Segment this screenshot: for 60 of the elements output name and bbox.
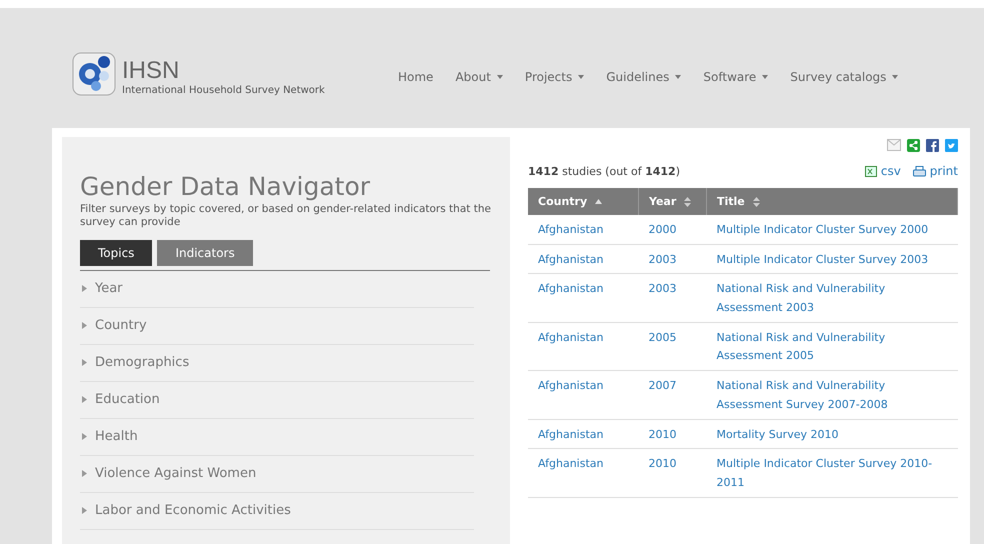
share-icon[interactable] bbox=[907, 139, 920, 152]
facebook-icon[interactable] bbox=[926, 139, 939, 152]
caret-right-icon bbox=[82, 322, 87, 330]
topic-item[interactable]: Health bbox=[80, 418, 474, 456]
caret-right-icon bbox=[82, 396, 87, 404]
topic-item[interactable]: Labor and Economic Activities bbox=[80, 492, 474, 530]
year-link[interactable]: 2000 bbox=[638, 215, 706, 244]
nav-link[interactable]: Home bbox=[398, 70, 434, 84]
tab[interactable]: Indicators bbox=[157, 240, 253, 266]
year-link[interactable]: 2010 bbox=[638, 448, 706, 498]
export-link[interactable]: csv bbox=[864, 164, 901, 178]
twitter-icon[interactable] bbox=[945, 139, 958, 152]
country-link[interactable]: Afghanistan bbox=[528, 274, 638, 322]
country-link[interactable]: Afghanistan bbox=[528, 370, 638, 419]
column-header[interactable]: Country bbox=[528, 188, 638, 215]
title-link[interactable]: Multiple Indicator Cluster Survey 2003 bbox=[706, 244, 958, 274]
title-link[interactable]: Mortality Survey 2010 bbox=[706, 419, 958, 449]
printer-icon bbox=[912, 166, 926, 176]
topic-item[interactable]: Demographics bbox=[80, 344, 474, 382]
topic-item[interactable]: Education bbox=[80, 382, 474, 419]
title-link[interactable]: National Risk and Vulnerability Assessment Survey 2007-2008 bbox=[706, 370, 958, 419]
year-link[interactable]: 2003 bbox=[638, 244, 706, 274]
export-link[interactable]: print bbox=[912, 164, 958, 178]
email-icon[interactable] bbox=[887, 139, 901, 151]
caret-right-icon bbox=[82, 507, 87, 514]
country-link[interactable]: Afghanistan bbox=[528, 419, 638, 449]
country-link[interactable]: Afghanistan bbox=[528, 215, 638, 244]
results-count: 1412 studies (out of 1412) bbox=[528, 164, 680, 178]
country-link[interactable]: Afghanistan bbox=[528, 244, 638, 274]
topic-item[interactable]: Violence Against Women bbox=[80, 456, 474, 493]
nav-link[interactable]: Software bbox=[703, 70, 768, 84]
nav-link[interactable]: Guidelines bbox=[606, 70, 682, 84]
caret-right-icon bbox=[82, 470, 87, 478]
navigator-title: Gender Data Navigator bbox=[80, 173, 372, 200]
logo-icon bbox=[72, 52, 116, 96]
tab[interactable]: Topics bbox=[80, 240, 152, 266]
site-name: IHSN bbox=[122, 59, 180, 83]
year-link[interactable]: 2007 bbox=[638, 370, 706, 419]
topic-item[interactable]: Year bbox=[80, 270, 474, 308]
site-tagline: International Household Survey Network bbox=[122, 85, 325, 96]
topic-item[interactable]: Country bbox=[80, 308, 474, 345]
spreadsheet-icon bbox=[864, 166, 877, 176]
title-link[interactable]: Multiple Indicator Cluster Survey 2000 bbox=[706, 215, 958, 244]
year-link[interactable]: 2010 bbox=[638, 419, 706, 449]
title-link[interactable]: National Risk and Vulnerability Assessment 2003 bbox=[706, 274, 958, 322]
nav-link[interactable]: About bbox=[455, 70, 503, 84]
caret-right-icon bbox=[82, 285, 87, 292]
caret-right-icon bbox=[82, 433, 87, 440]
year-link[interactable]: 2003 bbox=[638, 274, 706, 322]
title-link[interactable]: National Risk and Vulnerability Assessment 2005 bbox=[706, 322, 958, 371]
column-header[interactable]: Title bbox=[706, 188, 958, 215]
caret-right-icon bbox=[82, 359, 87, 366]
year-link[interactable]: 2005 bbox=[638, 322, 706, 371]
nav-link[interactable]: Projects bbox=[524, 70, 584, 84]
country-link[interactable]: Afghanistan bbox=[528, 448, 638, 498]
navigator-description: Filter surveys by topic covered, or based on gender-related indicators that the survey can provide bbox=[80, 202, 492, 230]
nav-link[interactable]: Survey catalogs bbox=[790, 70, 898, 84]
title-link[interactable]: Multiple Indicator Cluster Survey 2010-2011 bbox=[706, 448, 958, 498]
column-header[interactable]: Year bbox=[638, 188, 706, 215]
country-link[interactable]: Afghanistan bbox=[528, 322, 638, 371]
